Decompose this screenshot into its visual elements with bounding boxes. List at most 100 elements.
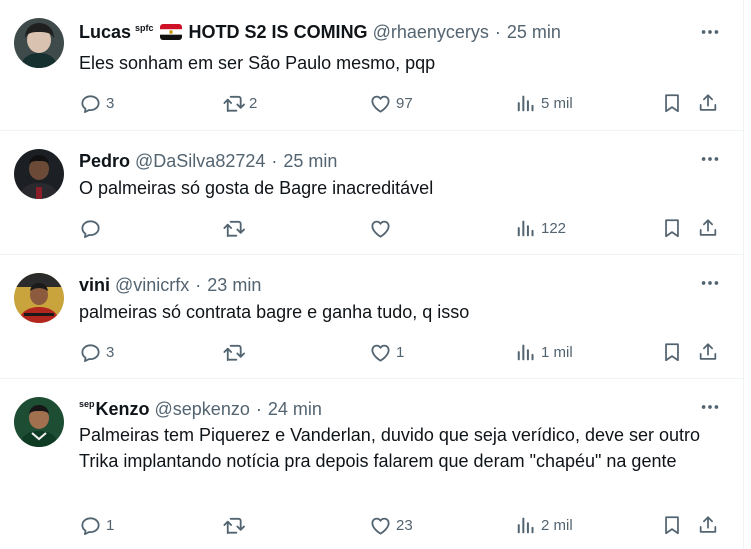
name-prefix-superscript: sep: [79, 399, 95, 409]
separator-dot: ·: [494, 21, 501, 42]
more-dots-icon[interactable]: [698, 20, 722, 44]
reply-count: 3: [106, 343, 115, 361]
tweet-text: palmeiras só contrata bagre e ganha tudo…: [79, 302, 470, 322]
tweet-header: Pedro @DaSilva82724 · 25 min: [79, 149, 337, 173]
views-button[interactable]: 2 mil: [515, 512, 573, 538]
retweet-icon: [222, 217, 245, 240]
tweet-header: sep Kenzo @sepkenzo · 24 min: [79, 397, 322, 421]
analytics-bars-icon: [515, 92, 537, 114]
retweet-button[interactable]: [222, 512, 249, 538]
bookmark-icon: [661, 92, 683, 114]
reply-button[interactable]: 3: [79, 339, 114, 365]
action-bar: 1 23 2 mil: [79, 512, 729, 538]
avatar[interactable]: [14, 397, 64, 447]
display-name-suffix[interactable]: HOTD S2 IS COMING: [189, 22, 368, 43]
more-dots-icon[interactable]: [698, 271, 722, 295]
share-upload-icon: [697, 341, 719, 363]
name-superscript: spfc: [135, 23, 154, 33]
action-bar: 122: [79, 215, 729, 241]
retweet-button[interactable]: [222, 339, 249, 365]
analytics-bars-icon: [515, 217, 537, 239]
views-button[interactable]: 5 mil: [515, 90, 573, 116]
bookmark-button[interactable]: [661, 512, 683, 538]
tweet-header: vini @vinicrfx · 23 min: [79, 273, 261, 297]
tweet-text: Eles sonham em ser São Paulo mesmo, pqp: [79, 53, 436, 73]
user-handle[interactable]: @vinicrfx: [115, 275, 189, 296]
separator-dot: ·: [271, 150, 278, 171]
timestamp[interactable]: 24 min: [268, 399, 322, 420]
timestamp[interactable]: 25 min: [507, 22, 561, 43]
tweet-text: O palmeiras só gosta de Bagre inacreditá…: [79, 178, 434, 198]
reply-button[interactable]: [79, 215, 106, 241]
share-button[interactable]: [697, 215, 719, 241]
view-count: 2 mil: [541, 516, 573, 534]
bookmark-button[interactable]: [661, 339, 683, 365]
tweet-lucas[interactable]: Lucas spfc HOTD S2 IS COMING @rhaenycery…: [0, 0, 744, 131]
analytics-bars-icon: [515, 514, 537, 536]
display-name[interactable]: vini: [79, 275, 110, 296]
like-count: 23: [396, 516, 413, 534]
retweet-button[interactable]: 2: [222, 90, 257, 116]
reply-button[interactable]: 3: [79, 90, 114, 116]
reply-thread: Lucas spfc HOTD S2 IS COMING @rhaenycery…: [0, 0, 744, 549]
like-count: 1: [396, 343, 405, 361]
display-name[interactable]: Lucas: [79, 22, 131, 43]
heart-icon: [369, 341, 392, 364]
share-upload-icon: [697, 514, 719, 536]
analytics-bars-icon: [515, 341, 537, 363]
user-handle[interactable]: @DaSilva82724: [135, 151, 265, 172]
more-dots-icon[interactable]: [698, 147, 722, 171]
separator-dot: ·: [255, 398, 262, 419]
heart-icon: [369, 514, 392, 537]
more-dots-icon[interactable]: [698, 395, 722, 419]
reply-count: 3: [106, 94, 115, 112]
bookmark-button[interactable]: [661, 215, 683, 241]
display-name[interactable]: Pedro: [79, 151, 130, 172]
retweet-button[interactable]: [222, 215, 249, 241]
like-count: 97: [396, 94, 413, 112]
reply-button[interactable]: 1: [79, 512, 114, 538]
views-button[interactable]: 122: [515, 215, 566, 241]
like-button[interactable]: [369, 215, 396, 241]
share-button[interactable]: [697, 339, 719, 365]
reply-count: 1: [106, 516, 115, 534]
like-button[interactable]: 1: [369, 339, 404, 365]
retweet-count: 2: [249, 94, 258, 112]
tweet-pedro[interactable]: Pedro @DaSilva82724 · 25 min O palmeiras…: [0, 131, 744, 255]
tweet-vini[interactable]: vini @vinicrfx · 23 min palmeiras só con…: [0, 255, 744, 379]
timestamp[interactable]: 23 min: [207, 275, 261, 296]
reply-bubble-icon: [79, 514, 102, 537]
avatar[interactable]: [14, 18, 64, 68]
share-upload-icon: [697, 217, 719, 239]
avatar[interactable]: [14, 149, 64, 199]
display-name[interactable]: Kenzo: [96, 399, 150, 420]
views-button[interactable]: 1 mil: [515, 339, 573, 365]
flag-icon: [159, 24, 182, 40]
share-button[interactable]: [697, 90, 719, 116]
retweet-icon: [222, 341, 245, 364]
view-count: 122: [541, 219, 567, 237]
share-upload-icon: [697, 92, 719, 114]
separator-dot: ·: [195, 274, 202, 295]
bookmark-icon: [661, 514, 683, 536]
like-button[interactable]: 97: [369, 90, 413, 116]
bookmark-button[interactable]: [661, 90, 683, 116]
reply-bubble-icon: [79, 92, 102, 115]
reply-bubble-icon: [79, 217, 102, 240]
retweet-icon: [222, 92, 245, 115]
bookmark-icon: [661, 341, 683, 363]
share-button[interactable]: [697, 512, 719, 538]
action-bar: 3 2 97 5 mil: [79, 90, 729, 116]
retweet-icon: [222, 514, 245, 537]
user-handle[interactable]: @sepkenzo: [155, 399, 250, 420]
user-handle[interactable]: @rhaenycerys: [373, 22, 489, 43]
timestamp[interactable]: 25 min: [283, 151, 337, 172]
heart-icon: [369, 92, 392, 115]
action-bar: 3 1 1 mil: [79, 339, 729, 365]
bookmark-icon: [661, 217, 683, 239]
like-button[interactable]: 23: [369, 512, 413, 538]
tweet-kenzo[interactable]: sep Kenzo @sepkenzo · 24 min Palmeiras t…: [0, 379, 744, 549]
avatar[interactable]: [14, 273, 64, 323]
tweet-header: Lucas spfc HOTD S2 IS COMING @rhaenycery…: [79, 20, 561, 44]
reply-bubble-icon: [79, 341, 102, 364]
